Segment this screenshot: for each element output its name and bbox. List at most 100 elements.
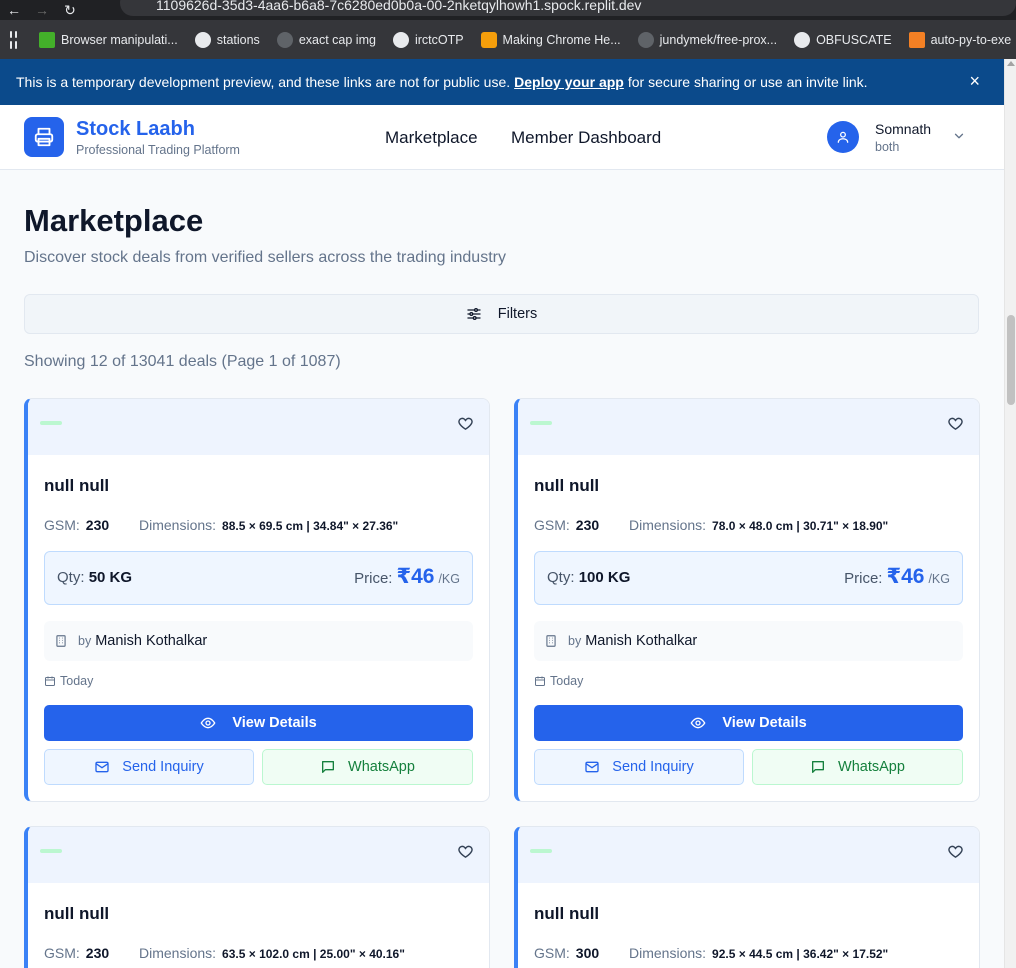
bookmark-item[interactable]: irctcOTP bbox=[392, 31, 464, 48]
nav-member-dashboard[interactable]: Member Dashboard bbox=[511, 128, 661, 148]
seller-row: by Manish Kothalkar bbox=[44, 621, 473, 661]
deploy-link[interactable]: Deploy your app bbox=[514, 74, 624, 90]
filters-label: Filters bbox=[497, 306, 538, 322]
building-icon bbox=[546, 635, 556, 647]
dimensions-label: Dimensions: bbox=[139, 945, 217, 961]
view-details-button[interactable]: View Details bbox=[44, 705, 473, 741]
page-title: Marketplace bbox=[24, 203, 204, 238]
gsm-value: 230 bbox=[85, 945, 110, 961]
github-icon bbox=[637, 31, 654, 48]
bookmark-item[interactable]: auto-py-to-exe bbox=[908, 31, 1011, 48]
brand-name[interactable]: Stock Laabh bbox=[76, 118, 195, 141]
bookmark-item[interactable]: OBFUSCATE bbox=[794, 31, 892, 48]
qty-value: 100 KG bbox=[578, 569, 631, 586]
reload-icon[interactable]: ↻ bbox=[56, 0, 84, 20]
qty-label: Qty: bbox=[547, 569, 575, 586]
banner-text: This is a temporary development preview,… bbox=[16, 74, 511, 90]
filters-button[interactable]: Filters bbox=[24, 294, 979, 334]
apps-icon[interactable] bbox=[10, 30, 17, 49]
gsm-spec: GSM: 230 bbox=[44, 517, 109, 533]
browser-toolbar: ← → ↻ 1109626d-35d3-4aa6-b6a8-7c6280ed0b… bbox=[0, 0, 1016, 20]
bookmark-item[interactable]: Browser manipulati... bbox=[39, 31, 178, 48]
user-role: both bbox=[875, 140, 900, 154]
view-details-button[interactable]: View Details bbox=[534, 705, 963, 741]
price-value: ₹46 bbox=[396, 565, 435, 588]
user-name[interactable]: Somnath bbox=[875, 121, 931, 137]
whatsapp-button[interactable]: WhatsApp bbox=[262, 749, 473, 785]
github-icon bbox=[276, 31, 293, 48]
qty-price-box: Qty: 50 KG Price: ₹46/KG bbox=[44, 551, 473, 605]
heart-icon[interactable] bbox=[947, 843, 964, 860]
card-header bbox=[518, 827, 979, 883]
address-bar[interactable]: 1109626d-35d3-4aa6-b6a8-7c6280ed0b0a-00-… bbox=[120, 0, 1016, 16]
forward-icon[interactable]: → bbox=[28, 0, 56, 20]
gsm-label: GSM: bbox=[534, 945, 570, 961]
github-icon bbox=[194, 31, 211, 48]
whatsapp-button[interactable]: WhatsApp bbox=[752, 749, 963, 785]
by-label: by bbox=[78, 634, 92, 648]
deal-card[interactable]: null null GSM: 230 Dimensions: 78.0 × 48.0… bbox=[514, 398, 980, 802]
bookmarks-bar: Browser manipulati... stations exact cap… bbox=[0, 20, 1016, 59]
price: Price: ₹46/KG bbox=[844, 564, 950, 589]
send-inquiry-button[interactable]: Send Inquiry bbox=[534, 749, 744, 785]
gsm-label: GSM: bbox=[534, 517, 570, 533]
send-inquiry-button[interactable]: Send Inquiry bbox=[44, 749, 254, 785]
view-details-label: View Details bbox=[722, 715, 807, 731]
sliders-icon bbox=[467, 308, 481, 320]
status-badge bbox=[530, 421, 552, 425]
page-scrollbar[interactable] bbox=[1004, 59, 1016, 968]
close-icon[interactable]: × bbox=[969, 71, 980, 92]
card-title[interactable]: null null bbox=[44, 476, 109, 496]
building-icon bbox=[56, 635, 66, 647]
price-unit: /KG bbox=[438, 572, 460, 586]
deal-card[interactable]: null null GSM: 300 Dimensions: 92.5 × 44.5… bbox=[514, 826, 980, 968]
selenium-icon bbox=[39, 31, 55, 48]
heart-icon[interactable] bbox=[947, 415, 964, 432]
back-icon[interactable]: ← bbox=[0, 0, 28, 20]
calendar-icon bbox=[45, 676, 55, 686]
heart-icon[interactable] bbox=[457, 843, 474, 860]
whatsapp-label: WhatsApp bbox=[348, 759, 415, 775]
scroll-up-icon[interactable] bbox=[1007, 61, 1015, 66]
mail-icon bbox=[585, 761, 599, 773]
seller-name[interactable]: Manish Kothalkar bbox=[95, 633, 207, 649]
card-title[interactable]: null null bbox=[44, 904, 109, 924]
globe-icon bbox=[794, 31, 811, 48]
gsm-label: GSM: bbox=[44, 945, 80, 961]
gsm-spec: GSM: 230 bbox=[534, 517, 599, 533]
status-badge bbox=[40, 849, 62, 853]
card-title[interactable]: null null bbox=[534, 476, 599, 496]
bookmark-item[interactable]: jundymek/free-prox... bbox=[637, 31, 777, 48]
whatsapp-label: WhatsApp bbox=[838, 759, 905, 775]
results-count: Showing 12 of 13041 deals (Page 1 of 108… bbox=[24, 353, 341, 370]
cube-icon bbox=[480, 31, 497, 48]
card-header bbox=[28, 399, 489, 455]
dimensions-spec: Dimensions: 78.0 × 48.0 cm | 30.71" × 18.… bbox=[629, 517, 888, 533]
deal-card[interactable]: null null GSM: 230 Dimensions: 63.5 × 102.… bbox=[24, 826, 490, 968]
nav-marketplace[interactable]: Marketplace bbox=[385, 128, 478, 148]
dimensions-label: Dimensions: bbox=[629, 945, 707, 961]
bookmark-item[interactable]: stations bbox=[194, 31, 260, 48]
dimensions-spec: Dimensions: 88.5 × 69.5 cm | 34.84" × 27.… bbox=[139, 517, 398, 533]
dev-preview-banner: This is a temporary development preview,… bbox=[0, 59, 1004, 105]
app-header: Stock Laabh Professional Trading Platfor… bbox=[0, 105, 1004, 170]
user-avatar-icon[interactable] bbox=[827, 121, 859, 153]
price-unit: /KG bbox=[928, 572, 950, 586]
printer-logo-icon[interactable] bbox=[24, 117, 64, 157]
stackoverflow-icon bbox=[908, 31, 925, 48]
bookmark-item[interactable]: Making Chrome He... bbox=[480, 31, 621, 48]
date-text: Today bbox=[60, 674, 94, 688]
eye-icon bbox=[690, 717, 706, 729]
by-label: by bbox=[568, 634, 582, 648]
scrollbar-thumb[interactable] bbox=[1007, 315, 1015, 405]
banner-text-end: for secure sharing or use an invite link… bbox=[627, 74, 868, 90]
status-badge bbox=[40, 421, 62, 425]
bookmark-item[interactable]: exact cap img bbox=[276, 31, 376, 48]
heart-icon[interactable] bbox=[457, 415, 474, 432]
card-title[interactable]: null null bbox=[534, 904, 599, 924]
message-icon bbox=[812, 761, 825, 773]
chevron-down-icon[interactable] bbox=[952, 129, 966, 148]
view-details-label: View Details bbox=[232, 715, 317, 731]
seller-name[interactable]: Manish Kothalkar bbox=[585, 633, 697, 649]
deal-card[interactable]: null null GSM: 230 Dimensions: 88.5 × 69.5… bbox=[24, 398, 490, 802]
